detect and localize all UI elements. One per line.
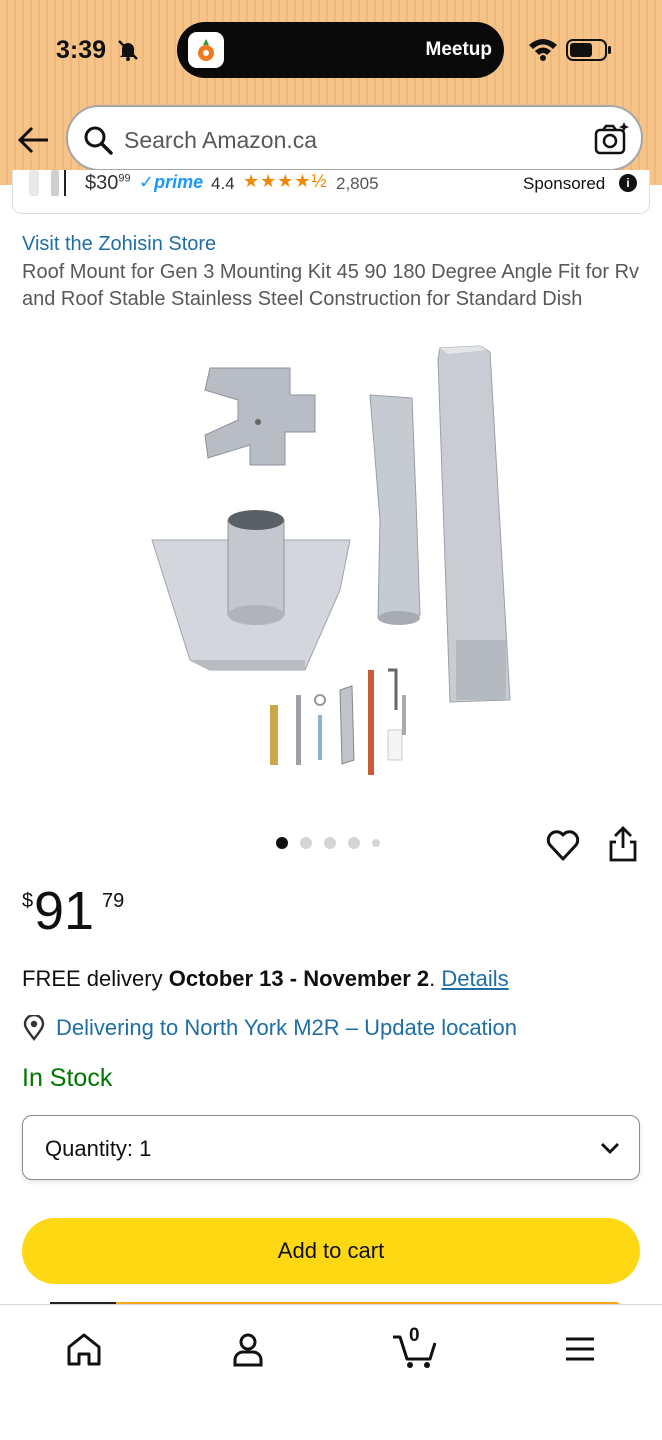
dynamic-island[interactable]: Meetup — [177, 22, 504, 78]
status-time: 3:39 — [56, 36, 107, 64]
image-carousel-dots[interactable] — [276, 837, 380, 849]
carousel-dot[interactable] — [300, 837, 312, 849]
delivery-location[interactable]: Delivering to North York M2R – Update lo… — [22, 1015, 517, 1041]
delivery-suffix: . — [429, 966, 442, 991]
price-fraction: 79 — [102, 890, 125, 912]
location-link[interactable]: Delivering to North York M2R – Update lo… — [56, 1015, 517, 1041]
cart-count: 0 — [409, 1325, 420, 1346]
chevron-down-icon — [601, 1143, 619, 1154]
back-arrow-icon[interactable] — [16, 122, 52, 158]
sponsored-thumbnail[interactable] — [23, 170, 67, 198]
sponsored-price: $3099 — [85, 172, 131, 194]
price-currency: $ — [22, 890, 34, 912]
carousel-dot[interactable] — [276, 837, 288, 849]
quantity-select[interactable]: Quantity: 1 — [22, 1115, 640, 1180]
camera-search-icon[interactable] — [593, 121, 629, 157]
carousel-dot[interactable] — [372, 839, 380, 847]
menu-icon[interactable] — [558, 1327, 602, 1371]
star-rating-icon: ★★★★½ — [243, 171, 328, 191]
account-icon[interactable] — [226, 1327, 270, 1371]
heart-icon[interactable] — [544, 826, 582, 864]
add-to-cart-button[interactable]: Add to cart — [22, 1218, 640, 1284]
delivery-dates: October 13 - November 2 — [168, 966, 430, 991]
carousel-dot[interactable] — [348, 837, 360, 849]
price-whole: 91 — [34, 881, 95, 941]
island-label: Meetup — [425, 39, 493, 60]
prime-badge: ✓prime — [139, 172, 204, 192]
carrot-icon — [198, 39, 214, 61]
review-count: 2,805 — [336, 174, 379, 193]
carousel-dot[interactable] — [324, 837, 336, 849]
search-icon[interactable] — [82, 124, 114, 156]
delivery-prefix: FREE delivery — [22, 966, 169, 991]
share-icon[interactable] — [604, 824, 642, 864]
store-link[interactable]: Visit the Zohisin Store — [22, 233, 216, 256]
search-input[interactable]: Search Amazon.ca — [66, 105, 643, 171]
quantity-label: Quantity: 1 — [45, 1136, 152, 1161]
location-pin-icon — [23, 1015, 45, 1041]
meetup-app-icon — [188, 32, 224, 68]
stock-status: In Stock — [22, 1064, 113, 1092]
delivery-info: FREE delivery October 13 - November 2. D… — [22, 966, 509, 992]
wifi-icon — [529, 39, 557, 61]
sponsored-label: Sponsored — [523, 174, 606, 193]
delivery-details-link[interactable]: Details — [441, 966, 508, 991]
sponsored-rating: 4.4 — [211, 174, 235, 193]
quantity-value: 1 — [139, 1136, 152, 1161]
app-header: 3:39 Meetup Search Amazon.ca — [0, 0, 662, 185]
info-icon[interactable]: i — [619, 174, 637, 192]
home-icon[interactable] — [62, 1327, 106, 1371]
bottom-navigation: 0 — [0, 1304, 662, 1440]
battery-icon — [566, 39, 611, 61]
sponsored-product-strip[interactable]: $3099 ✓prime 4.4 ★★★★½ 2,805 Sponsored i — [12, 170, 650, 214]
product-title: Roof Mount for Gen 3 Mounting Kit 45 90 … — [22, 261, 640, 310]
bell-slash-icon — [118, 40, 138, 61]
search-placeholder: Search Amazon.ca — [124, 127, 318, 153]
product-image[interactable] — [130, 340, 530, 790]
